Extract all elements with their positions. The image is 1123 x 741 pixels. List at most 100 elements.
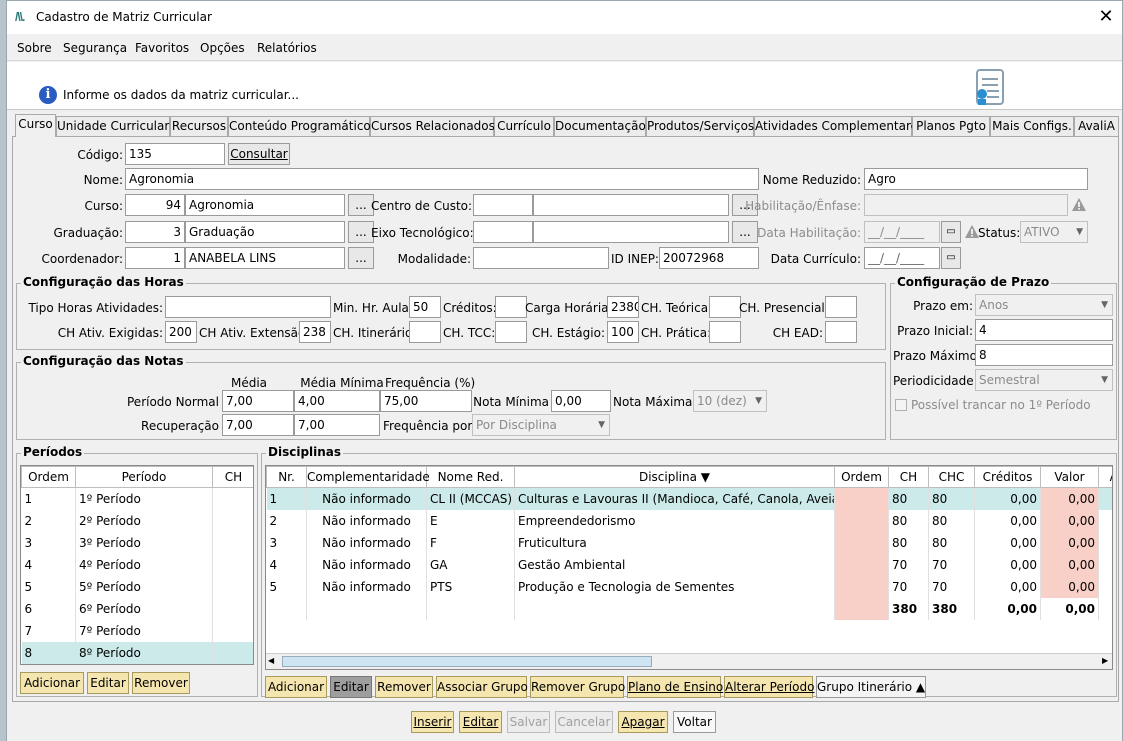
table-row[interactable]: 5 Não informado PTS Produção e Tecnologia d… <box>266 575 1112 598</box>
close-icon[interactable]: ✕ <box>1093 5 1119 29</box>
tipo-horas-field[interactable] <box>165 296 331 318</box>
col-ordem[interactable]: Ordem <box>834 466 889 488</box>
periodicidade-select[interactable]: Semestral ▼ <box>975 369 1113 391</box>
table-row[interactable]: 4 4º Período <box>21 553 253 576</box>
graduacao-id-field[interactable]: 3 <box>125 221 185 243</box>
nome-reduzido-field[interactable]: Agro <box>864 168 1088 190</box>
tab-mais-configs[interactable]: Mais Configs. <box>990 116 1074 136</box>
grupo-itinerario-button[interactable]: Grupo Itinerário ▲ <box>816 676 926 698</box>
tab-curriculo[interactable]: Currículo <box>494 116 554 136</box>
prazo-maximo-field[interactable]: 8 <box>975 344 1113 366</box>
prazo-inicial-field[interactable]: 4 <box>975 319 1113 341</box>
col-disciplina[interactable]: Disciplina ▼ <box>514 466 835 488</box>
rec-media-field[interactable]: 7,00 <box>222 414 294 436</box>
salvar-button[interactable]: Salvar <box>507 711 550 733</box>
ch-ativ-exig-field[interactable]: 200 <box>165 321 197 343</box>
table-row[interactable]: 1 1º Período <box>21 487 253 510</box>
pn-media-field[interactable]: 7,00 <box>222 390 294 412</box>
trancar-checkbox[interactable] <box>895 399 907 411</box>
col-periodo[interactable]: Período <box>75 466 213 488</box>
table-row[interactable]: 5 5º Período <box>21 575 253 598</box>
col-nome-red[interactable]: Nome Red. <box>426 466 515 488</box>
tab-unidade-curricular[interactable]: Unidade Curricular <box>56 116 170 136</box>
consultar-button[interactable]: Consultar <box>228 143 290 165</box>
scroll-left-icon[interactable]: ◀ <box>268 656 274 665</box>
horizontal-scrollbar[interactable]: ◀ ▶ <box>266 653 1112 669</box>
scroll-thumb[interactable] <box>282 656 652 667</box>
ch-itin-field[interactable] <box>409 321 441 343</box>
modalidade-field[interactable] <box>473 247 609 269</box>
scroll-right-icon[interactable]: ▶ <box>1102 656 1108 665</box>
centro-custo-nome-field[interactable] <box>533 194 729 216</box>
ch-presencial-field[interactable] <box>825 296 857 318</box>
graduacao-nome-field[interactable]: Graduação <box>185 221 345 243</box>
tab-atividades[interactable]: Atividades Complementares <box>754 116 924 136</box>
nota-max-select[interactable]: 10 (dez) ▼ <box>693 390 767 412</box>
menu-favoritos[interactable]: Favoritos <box>135 41 189 55</box>
pn-media-min-field[interactable]: 4,00 <box>294 390 380 412</box>
periodo-editar-button[interactable]: Editar <box>87 672 129 694</box>
coordenador-id-field[interactable]: 1 <box>125 247 185 269</box>
curso-nome-field[interactable]: Agronomia <box>185 194 345 216</box>
tab-produtos[interactable]: Produtos/Serviços <box>646 116 754 136</box>
ch-teorica-field[interactable] <box>709 296 741 318</box>
inserir-button[interactable]: Inserir <box>411 711 454 733</box>
col-ch[interactable]: CH <box>212 466 253 488</box>
pn-freq-field[interactable]: 75,00 <box>380 390 472 412</box>
status-select[interactable]: ATIVO ▼ <box>1020 221 1088 243</box>
table-row[interactable]: 7 7º Período <box>21 619 253 642</box>
disc-adicionar-button[interactable]: Adicionar <box>265 676 327 698</box>
calendar-icon[interactable]: ▭ <box>941 247 961 269</box>
ch-ativ-ext-field[interactable]: 238 <box>299 321 331 343</box>
disc-remover-button[interactable]: Remover <box>375 676 433 698</box>
tab-avalia[interactable]: AvaliA <box>1074 116 1119 136</box>
data-habilitacao-field[interactable]: __/__/____ <box>864 221 940 243</box>
centro-custo-id-field[interactable] <box>473 194 533 216</box>
menu-sobre[interactable]: Sobre <box>17 41 52 55</box>
eixo-id-field[interactable] <box>473 221 533 243</box>
prazo-em-select[interactable]: Anos ▼ <box>975 294 1113 316</box>
voltar-button[interactable]: Voltar <box>673 711 716 733</box>
table-row[interactable]: 2 2º Período <box>21 509 253 532</box>
periodo-adicionar-button[interactable]: Adicionar <box>20 672 84 694</box>
periodo-remover-button[interactable]: Remover <box>132 672 190 694</box>
eixo-nome-field[interactable] <box>533 221 729 243</box>
table-row[interactable]: 3 3º Período <box>21 531 253 554</box>
disc-editar-button[interactable]: Editar <box>330 676 372 698</box>
tab-curso[interactable]: Curso <box>15 114 56 137</box>
calendar-icon[interactable]: ▭ <box>941 221 961 243</box>
carga-field[interactable]: 2380 <box>607 296 639 318</box>
ch-pratica-field[interactable] <box>709 321 741 343</box>
habilitacao-field[interactable] <box>864 194 1068 216</box>
freq-por-select[interactable]: Por Disciplina ▼ <box>472 414 610 436</box>
apagar-button[interactable]: Apagar <box>618 711 668 733</box>
tab-planos-pgto[interactable]: Planos Pgto <box>912 116 990 136</box>
table-row[interactable]: 8 8º Período <box>21 641 253 664</box>
table-row[interactable]: 4 Não informado GA Gestão Ambiental 70 70 0,00… <box>266 553 1112 576</box>
ch-estagio-field[interactable]: 100 <box>607 321 639 343</box>
col-nr[interactable]: Nr. <box>266 466 307 488</box>
col-ch[interactable]: CH <box>888 466 929 488</box>
coordenador-nome-field[interactable]: ANABELA LINS <box>185 247 345 269</box>
col-ordem[interactable]: Ordem <box>21 466 76 488</box>
menu-opcoes[interactable]: Opções <box>200 41 245 55</box>
table-row[interactable]: 1 Não informado CL II (MCCAS) Culturas e La… <box>266 487 1112 510</box>
table-row[interactable]: 2 Não informado E Empreendedorismo 80 80 0,00 0… <box>266 509 1112 532</box>
col-creditos[interactable]: Créditos <box>974 466 1041 488</box>
ch-ead-field[interactable] <box>825 321 857 343</box>
editar-button[interactable]: Editar <box>459 711 502 733</box>
plano-ensino-button[interactable]: Plano de Ensino <box>627 676 723 698</box>
codigo-field[interactable]: 135 <box>125 143 225 165</box>
col-chc[interactable]: CHC <box>928 466 975 488</box>
tab-conteudo[interactable]: Conteúdo Programático <box>228 116 371 136</box>
table-row[interactable]: 6 6º Período <box>21 597 253 620</box>
ch-tcc-field[interactable] <box>495 321 527 343</box>
tab-documentacao[interactable]: Documentação <box>554 116 646 136</box>
nome-field[interactable]: Agronomia <box>125 168 759 190</box>
nota-min-field[interactable]: 0,00 <box>551 390 611 412</box>
associar-grupo-button[interactable]: Associar Grupo <box>436 676 528 698</box>
data-curriculo-field[interactable]: __/__/____ <box>864 247 940 269</box>
tab-cursos-relacionados[interactable]: Cursos Relacionados <box>370 116 495 136</box>
tab-recursos[interactable]: Recursos <box>170 116 228 136</box>
alterar-periodo-button[interactable]: Alterar Período <box>724 676 814 698</box>
